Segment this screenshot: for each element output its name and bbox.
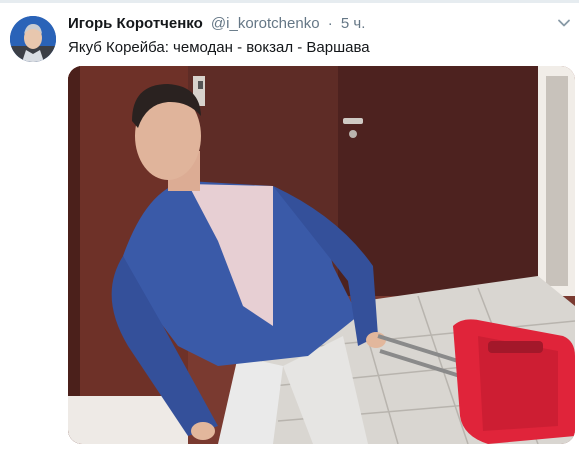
tweet-text: Якуб Корейба: чемодан - вокзал - Варшава [68, 39, 370, 56]
chevron-down-icon[interactable] [557, 16, 571, 30]
tweet-photo[interactable] [68, 66, 575, 444]
display-name[interactable]: Игорь Коротченко [68, 15, 203, 32]
avatar[interactable] [10, 16, 56, 62]
top-divider [0, 0, 579, 3]
separator-dot: · [327, 15, 333, 32]
user-handle[interactable]: @i_korotchenko [211, 15, 320, 32]
timestamp[interactable]: 5 ч. [341, 15, 366, 32]
avatar-portrait-icon [10, 16, 56, 62]
tweet-header: Игорь Коротченко @i_korotchenko · 5 ч. [68, 14, 538, 34]
